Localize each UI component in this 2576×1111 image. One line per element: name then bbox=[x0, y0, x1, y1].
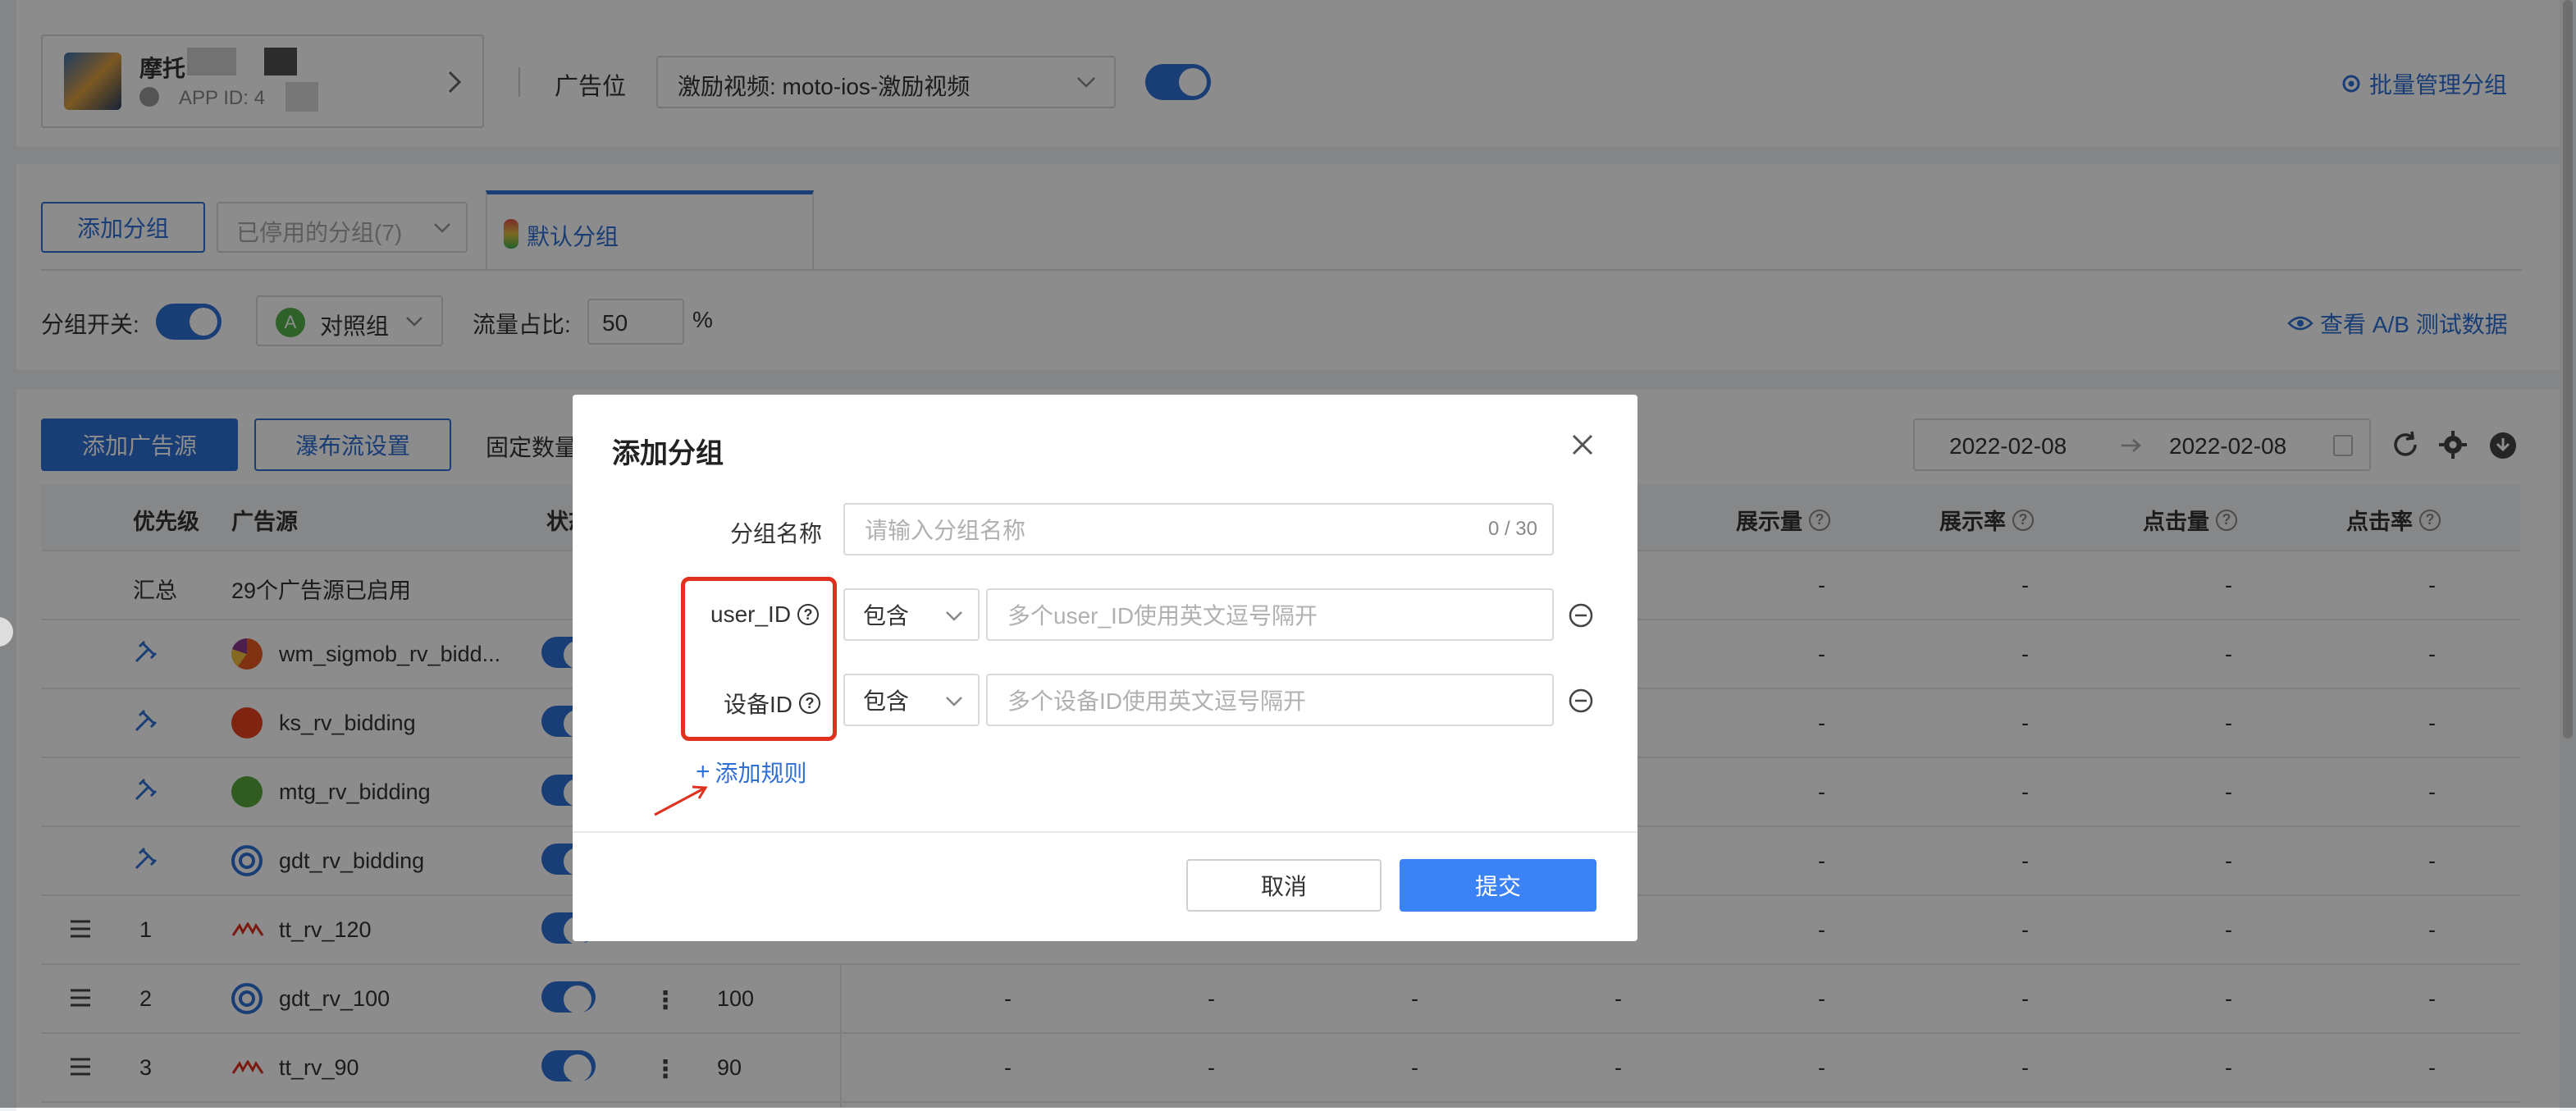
device-id-operator-select[interactable]: 包含 bbox=[843, 674, 980, 726]
group-name-label: 分组名称 bbox=[730, 521, 823, 546]
group-name-placeholder: 请输入分组名称 bbox=[865, 518, 1026, 543]
chevron-down-icon bbox=[945, 601, 963, 628]
add-rule-label: 添加规则 bbox=[715, 761, 807, 786]
device-id-input[interactable]: 多个设备ID使用英文逗号隔开 bbox=[986, 674, 1554, 726]
user-id-operator-select[interactable]: 包含 bbox=[843, 588, 980, 641]
group-name-counter: 0 / 30 bbox=[1487, 518, 1537, 540]
highlight-box bbox=[681, 577, 837, 741]
close-icon[interactable] bbox=[1570, 432, 1595, 461]
chevron-down-icon bbox=[945, 687, 963, 713]
dialog-footer-divider bbox=[573, 831, 1637, 833]
add-rule-link[interactable]: + 添加规则 bbox=[696, 756, 807, 789]
dialog-title: 添加分组 bbox=[612, 438, 724, 469]
submit-button[interactable]: 提交 bbox=[1400, 859, 1596, 912]
device-id-placeholder: 多个设备ID使用英文逗号隔开 bbox=[1007, 688, 1307, 714]
user-id-input[interactable]: 多个user_ID使用英文逗号隔开 bbox=[986, 588, 1554, 641]
remove-rule-icon[interactable] bbox=[1569, 603, 1593, 632]
add-group-dialog: 添加分组 分组名称 请输入分组名称 0 / 30 user_ID? 包含 多个u… bbox=[573, 395, 1637, 941]
annotation-arrow bbox=[651, 782, 710, 822]
user-id-placeholder: 多个user_ID使用英文逗号隔开 bbox=[1007, 603, 1318, 629]
user-id-operator-value: 包含 bbox=[863, 603, 910, 629]
remove-rule-icon[interactable] bbox=[1569, 688, 1593, 717]
group-name-input[interactable]: 请输入分组名称 0 / 30 bbox=[843, 503, 1554, 556]
cancel-button[interactable]: 取消 bbox=[1186, 859, 1382, 912]
device-id-operator-value: 包含 bbox=[863, 688, 910, 714]
